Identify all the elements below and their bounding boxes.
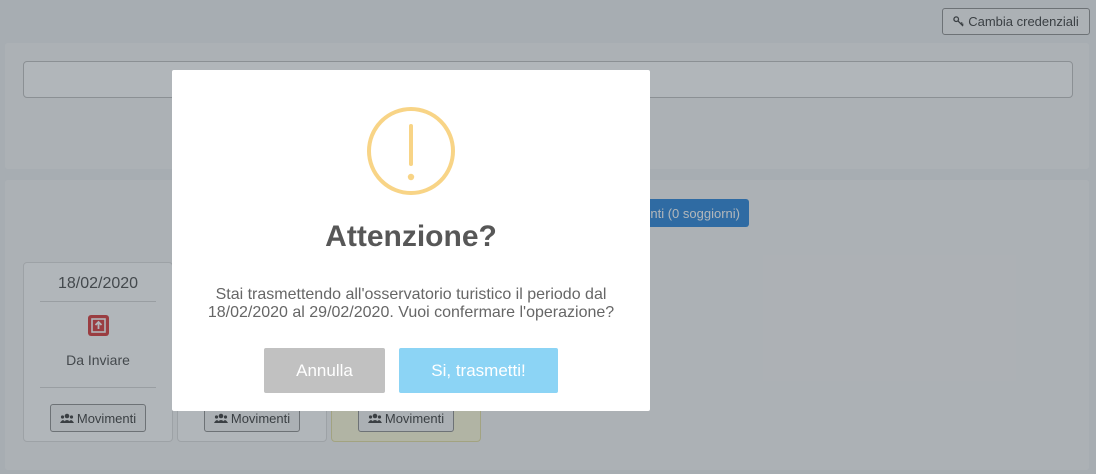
confirm-dialog: Attenzione? Stai trasmettendo all'osserv…: [172, 70, 650, 411]
confirm-transmit-button[interactable]: Si, trasmetti!: [399, 348, 558, 393]
cancel-button[interactable]: Annulla: [264, 348, 385, 393]
dialog-message-line: Stai trasmettendo all'osservatorio turis…: [215, 286, 607, 303]
dialog-message-line: 18/02/2020 al 29/02/2020. Vuoi confermar…: [207, 304, 615, 321]
dialog-title: Attenzione?: [325, 220, 497, 253]
warning-circle-icon: [367, 107, 455, 195]
dialog-message: Stai trasmettendo all'osservatorio turis…: [196, 286, 626, 322]
